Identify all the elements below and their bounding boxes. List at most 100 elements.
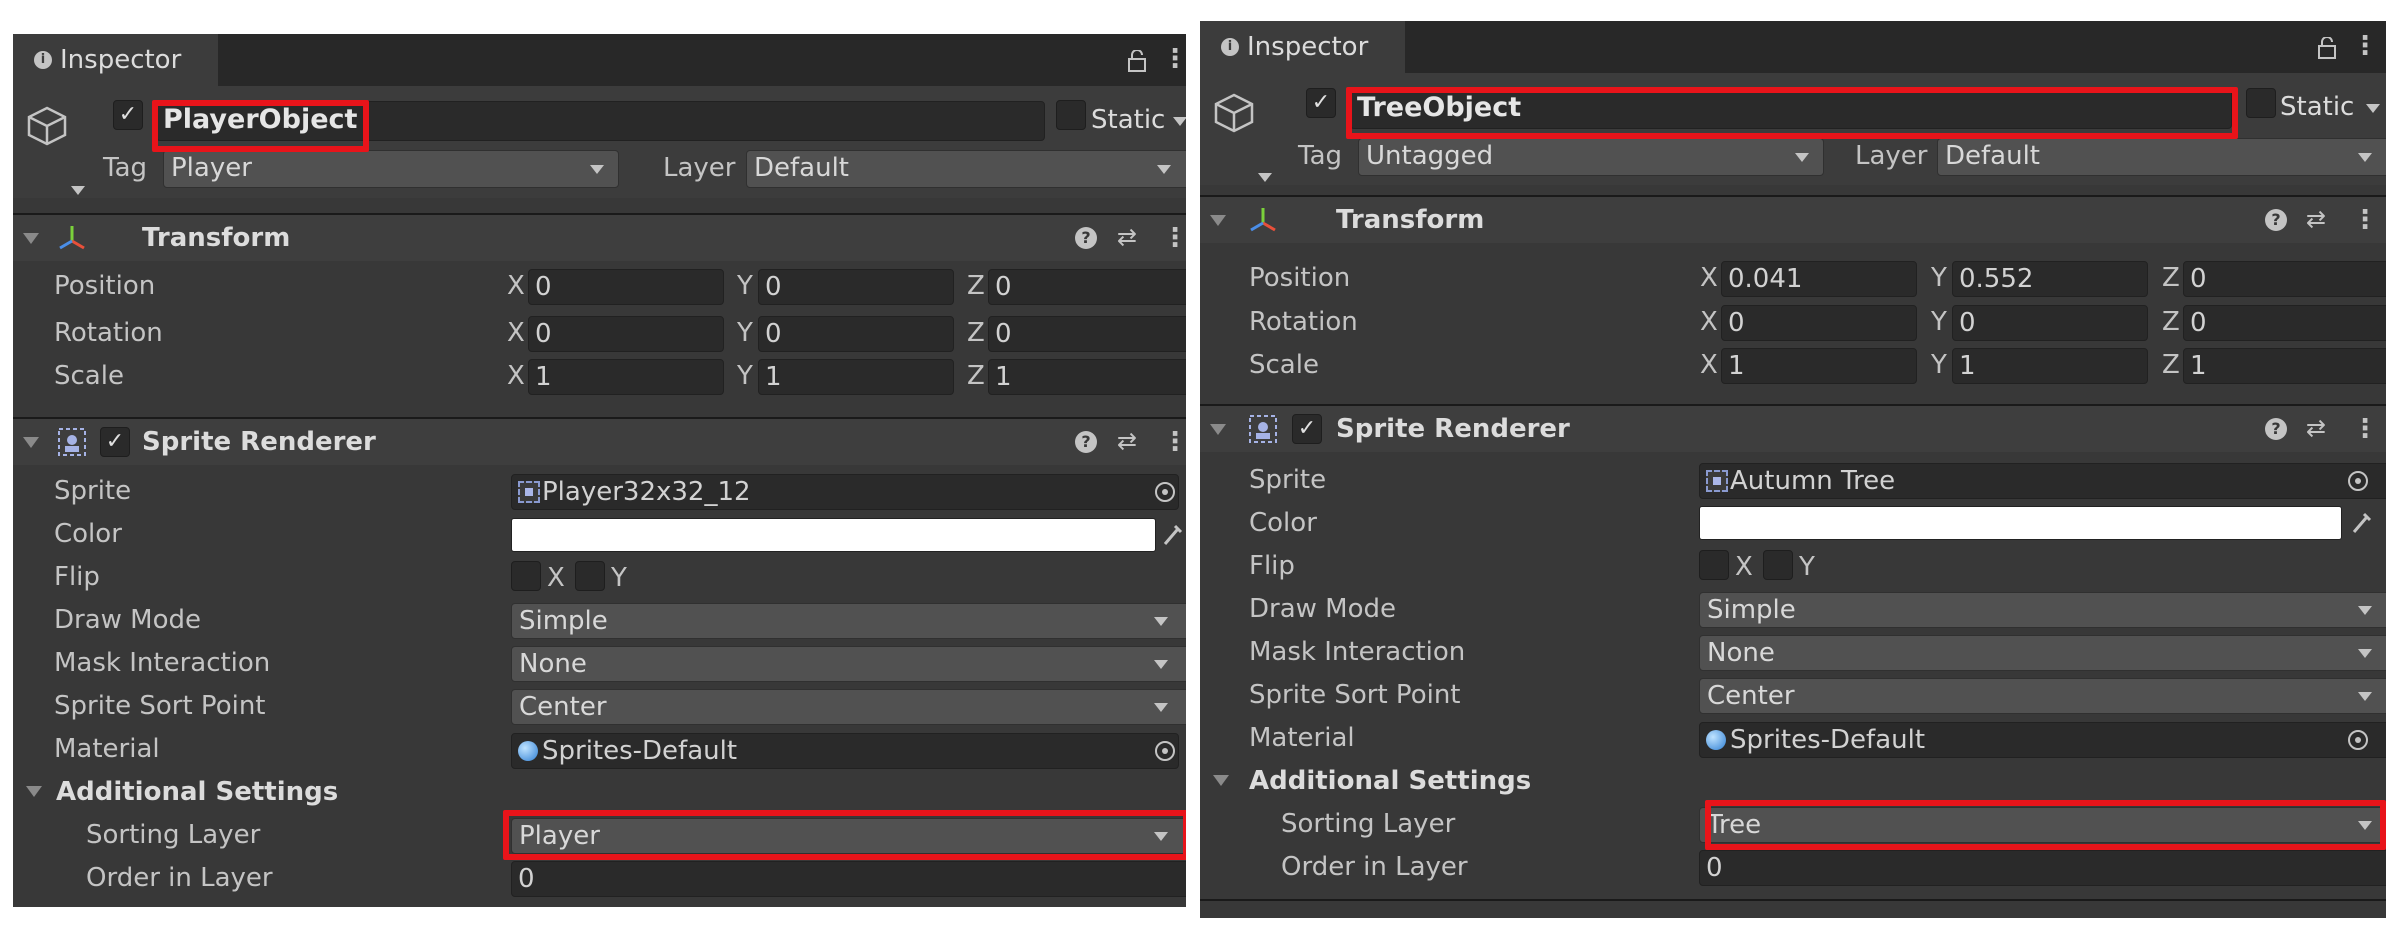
help-icon[interactable]: ? <box>1075 431 1097 453</box>
color-swatch[interactable] <box>1699 506 2342 540</box>
foldout-arrow-icon[interactable] <box>1213 775 1229 786</box>
scale-z-field[interactable]: 1 <box>988 359 1186 395</box>
static-dropdown-arrow-icon[interactable] <box>2366 104 2380 113</box>
additional-settings-label[interactable]: Additional Settings <box>1249 764 1531 798</box>
flip-x-checkbox[interactable] <box>1699 550 1729 580</box>
kebab-menu-icon[interactable]: ⋮ <box>1162 427 1186 457</box>
draw-mode-dropdown[interactable]: Simple <box>1699 592 2386 628</box>
kebab-menu-icon[interactable]: ⋮ <box>2352 205 2378 235</box>
additional-settings-label[interactable]: Additional Settings <box>56 775 338 809</box>
help-icon[interactable]: ? <box>1075 227 1097 249</box>
flip-x-checkbox[interactable] <box>511 561 541 591</box>
tag-dropdown[interactable]: Player <box>163 150 619 188</box>
foldout-arrow-icon[interactable] <box>1210 424 1226 435</box>
presets-icon[interactable]: ⇄ <box>2306 411 2326 445</box>
presets-icon[interactable]: ⇄ <box>2306 202 2326 236</box>
axis-y-label: Y <box>737 318 753 348</box>
sprite-renderer-header[interactable]: ✓ Sprite Renderer ? ⇄ ⋮ <box>1200 406 2386 452</box>
foldout-arrow-icon[interactable] <box>23 437 39 448</box>
position-z-field[interactable]: 0 <box>988 269 1186 305</box>
kebab-menu-icon[interactable]: ⋮ <box>2352 31 2378 61</box>
sprite-renderer-enabled-checkbox[interactable]: ✓ <box>100 427 130 457</box>
kebab-menu-icon[interactable]: ⋮ <box>2352 414 2378 444</box>
sprite-sort-point-dropdown[interactable]: Center <box>1699 678 2386 714</box>
sorting-layer-dropdown[interactable]: Tree <box>1699 807 2386 843</box>
object-picker-icon[interactable] <box>1155 482 1175 502</box>
help-icon[interactable]: ? <box>2265 418 2287 440</box>
layer-dropdown[interactable]: Default <box>746 150 1186 188</box>
position-z-field[interactable]: 0 <box>2183 261 2386 297</box>
position-x-field[interactable]: 0.041 <box>1721 261 1917 297</box>
layer-dropdown[interactable]: Default <box>1937 138 2386 176</box>
scale-x-field[interactable]: 1 <box>528 359 724 395</box>
active-checkbox[interactable]: ✓ <box>1306 88 1336 118</box>
divider <box>1200 899 2386 901</box>
object-picker-icon[interactable] <box>2348 730 2368 750</box>
chevron-down-icon[interactable] <box>1258 173 1272 182</box>
foldout-arrow-icon[interactable] <box>1210 215 1226 226</box>
foldout-arrow-icon[interactable] <box>23 233 39 244</box>
rotation-y-field[interactable]: 0 <box>758 316 954 352</box>
kebab-menu-icon[interactable]: ⋮ <box>1162 44 1186 74</box>
sprite-object-field[interactable]: Player32x32_12 <box>511 474 1179 510</box>
transform-header[interactable]: Transform ? ⇄ ⋮ <box>13 215 1186 261</box>
rotation-z-field[interactable]: 0 <box>2183 305 2386 341</box>
presets-icon[interactable]: ⇄ <box>1117 424 1137 458</box>
object-name-field[interactable]: TreeObject <box>1350 89 2232 129</box>
foldout-arrow-icon[interactable] <box>26 786 42 797</box>
material-object-field[interactable]: Sprites-Default <box>1699 722 2386 758</box>
tag-dropdown[interactable]: Untagged <box>1358 138 1824 176</box>
flip-y-checkbox[interactable] <box>575 561 605 591</box>
color-swatch[interactable] <box>511 518 1156 552</box>
static-label: Static <box>2280 92 2355 122</box>
rotation-y-field[interactable]: 0 <box>1952 305 2148 341</box>
draw-mode-dropdown[interactable]: Simple <box>511 603 1186 639</box>
active-checkbox[interactable]: ✓ <box>113 100 143 130</box>
position-y-field[interactable]: 0 <box>758 269 954 305</box>
static-dropdown-arrow-icon[interactable] <box>1173 117 1186 126</box>
sprite-renderer-enabled-checkbox[interactable]: ✓ <box>1292 414 1322 444</box>
sprite-object-field[interactable]: Autumn Tree <box>1699 463 2386 499</box>
tab-inspector[interactable]: i Inspector <box>13 34 218 86</box>
order-in-layer-field[interactable]: 0 <box>511 861 1186 897</box>
flip-y-checkbox[interactable] <box>1763 550 1793 580</box>
static-checkbox[interactable] <box>1056 100 1086 130</box>
mask-interaction-dropdown[interactable]: None <box>1699 635 2386 671</box>
tab-inspector[interactable]: i Inspector <box>1200 21 1405 73</box>
scale-y-field[interactable]: 1 <box>758 359 954 395</box>
lock-icon[interactable] <box>1128 50 1146 72</box>
transform-axes-icon <box>1250 208 1276 232</box>
rotation-x-field[interactable]: 0 <box>528 316 724 352</box>
help-icon[interactable]: ? <box>2265 209 2287 231</box>
lock-icon[interactable] <box>2318 37 2336 59</box>
object-name-field[interactable]: PlayerObject <box>156 101 1045 141</box>
chevron-down-icon[interactable] <box>71 186 85 195</box>
sprite-renderer-icon <box>58 428 86 456</box>
sorting-layer-dropdown[interactable]: Player <box>511 818 1186 854</box>
gameobject-header: ✓ PlayerObject Static Tag Player Layer D… <box>13 86 1186 198</box>
kebab-menu-icon[interactable]: ⋮ <box>1162 223 1186 253</box>
mask-interaction-dropdown[interactable]: None <box>511 646 1186 682</box>
sprite-sort-point-label: Sprite Sort Point <box>1249 680 1461 710</box>
order-in-layer-field[interactable]: 0 <box>1699 850 2386 886</box>
rotation-x-field[interactable]: 0 <box>1721 305 1917 341</box>
transform-header[interactable]: Transform ? ⇄ ⋮ <box>1200 197 2386 243</box>
eyedropper-icon[interactable] <box>1161 522 1185 548</box>
sprite-renderer-header[interactable]: ✓ Sprite Renderer ? ⇄ ⋮ <box>13 419 1186 465</box>
material-sphere-icon <box>518 741 538 761</box>
presets-icon[interactable]: ⇄ <box>1117 220 1137 254</box>
axis-y-label: Y <box>737 271 753 301</box>
scale-x-field[interactable]: 1 <box>1721 348 1917 384</box>
rotation-z-field[interactable]: 0 <box>988 316 1186 352</box>
scale-y-field[interactable]: 1 <box>1952 348 2148 384</box>
object-picker-icon[interactable] <box>2348 471 2368 491</box>
static-checkbox[interactable] <box>2246 88 2276 118</box>
position-y-field[interactable]: 0.552 <box>1952 261 2148 297</box>
material-object-field[interactable]: Sprites-Default <box>511 733 1179 769</box>
tab-bar: i Inspector ⋮ <box>1200 21 2386 73</box>
eyedropper-icon[interactable] <box>2350 510 2374 536</box>
position-x-field[interactable]: 0 <box>528 269 724 305</box>
sprite-sort-point-dropdown[interactable]: Center <box>511 689 1186 725</box>
object-picker-icon[interactable] <box>1155 741 1175 761</box>
scale-z-field[interactable]: 1 <box>2183 348 2386 384</box>
